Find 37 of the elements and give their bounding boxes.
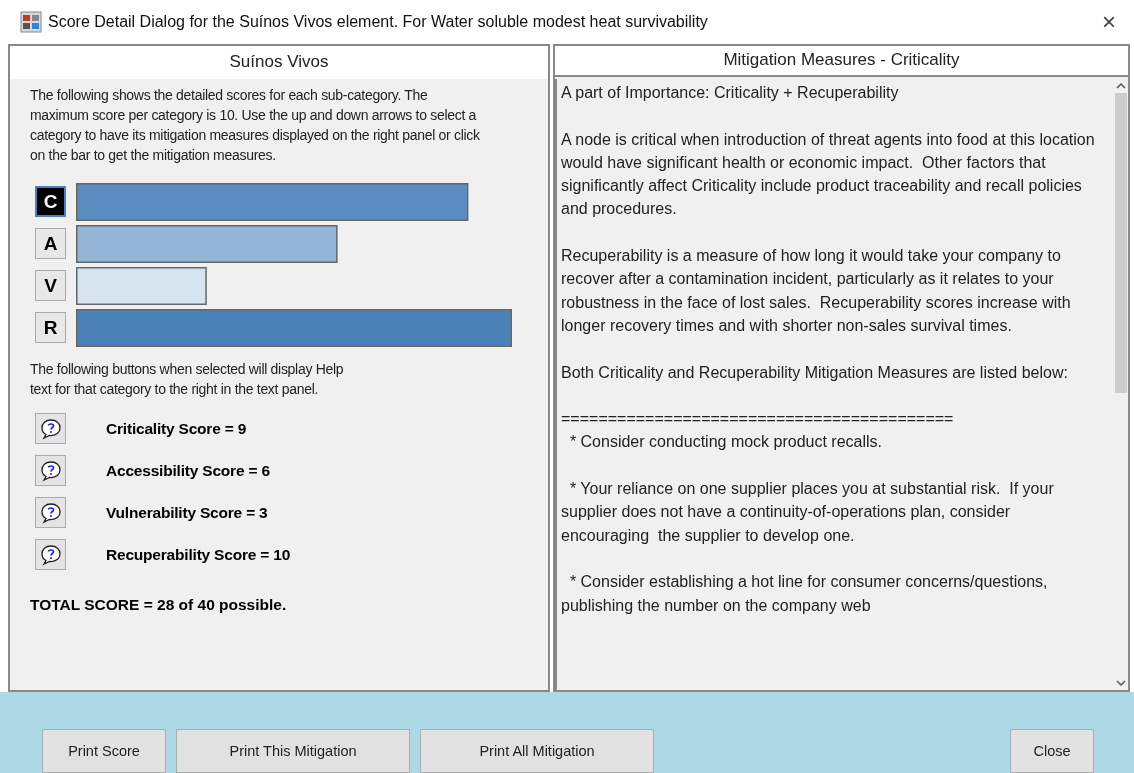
instructions-text: The following shows the detailed scores for each sub-category. The maximum score per category is 10. Use the up and down arrows to select a category to have its mitigation measures displayed on the right panel or click on the bar to get the mitigation measures. <box>30 86 481 165</box>
help-button[interactable] <box>35 497 66 528</box>
mitigation-text: A node is critical when introduction of threat agents into food at this location would have significant health or economic impact. Other factors that significantly affect Criticality include product traceability and recall policies and procedures. <box>561 129 1096 220</box>
score-bar[interactable] <box>76 267 207 305</box>
category-button[interactable]: V <box>35 270 66 301</box>
help-instructions-text: The following buttons when selected will display Help text for that category to the right in the text panel. <box>30 360 345 399</box>
help-button[interactable] <box>35 413 66 444</box>
score-label: Recuperability Score = 10 <box>106 545 291 564</box>
mitigation-text: Recuperability is a measure of how long it would take your company to recover after a contamination incident, particularly as it relates to your robustness in the face of lost sales. Recuperability scores increase with longer recovery times and with shorter non-sales survival times. <box>561 246 1072 336</box>
mitigation-text: * Your reliance on one supplier places you at substantial risk. If your supplier does not have a continuity-of-operations plan, consider encouraging the supplier to develop one. <box>561 479 1055 546</box>
score-label: Vulnerability Score = 3 <box>106 503 268 522</box>
panel-title: Suínos Vivos <box>10 46 548 79</box>
category-button[interactable]: C <box>35 186 66 217</box>
mitigation-text: ========================================== * Consider conducting mock product recalls. <box>561 409 955 453</box>
help-button[interactable] <box>35 455 66 486</box>
mitigation-text: A part of Importance: Criticality + Recuperability <box>561 83 900 103</box>
score-label: Accessibility Score = 6 <box>106 461 270 480</box>
help-button[interactable] <box>35 539 66 570</box>
category-button[interactable]: R <box>35 312 66 343</box>
help-icon <box>39 543 62 566</box>
footer-button[interactable]: Print All Mitigation <box>420 729 654 773</box>
category-button[interactable]: A <box>35 228 66 259</box>
footer-button[interactable]: Close <box>1010 729 1094 773</box>
panel-title: Mitigation Measures - Criticality <box>555 46 1128 77</box>
total-score: TOTAL SCORE = 28 of 40 possible. <box>30 596 288 614</box>
help-icon <box>39 459 62 482</box>
window-title: Score Detail Dialog for the Suínos Vivos element. For Water soluble modest heat survivability <box>48 13 709 31</box>
app-icon <box>20 11 42 33</box>
close-button[interactable]: × <box>1096 8 1122 36</box>
footer-button[interactable]: Print This Mitigation <box>176 729 410 773</box>
help-icon <box>39 501 62 524</box>
footer-button[interactable]: Print Score <box>42 729 166 773</box>
mitigation-text: Both Criticality and Recuperability Mitigation Measures are listed below: <box>561 362 1069 383</box>
score-label: Criticality Score = 9 <box>106 419 247 438</box>
score-bar[interactable] <box>76 225 338 263</box>
mitigation-text: * Consider establishing a hot line for consumer concerns/questions, publishing the number on the company web <box>561 572 1049 616</box>
help-icon <box>39 417 62 440</box>
